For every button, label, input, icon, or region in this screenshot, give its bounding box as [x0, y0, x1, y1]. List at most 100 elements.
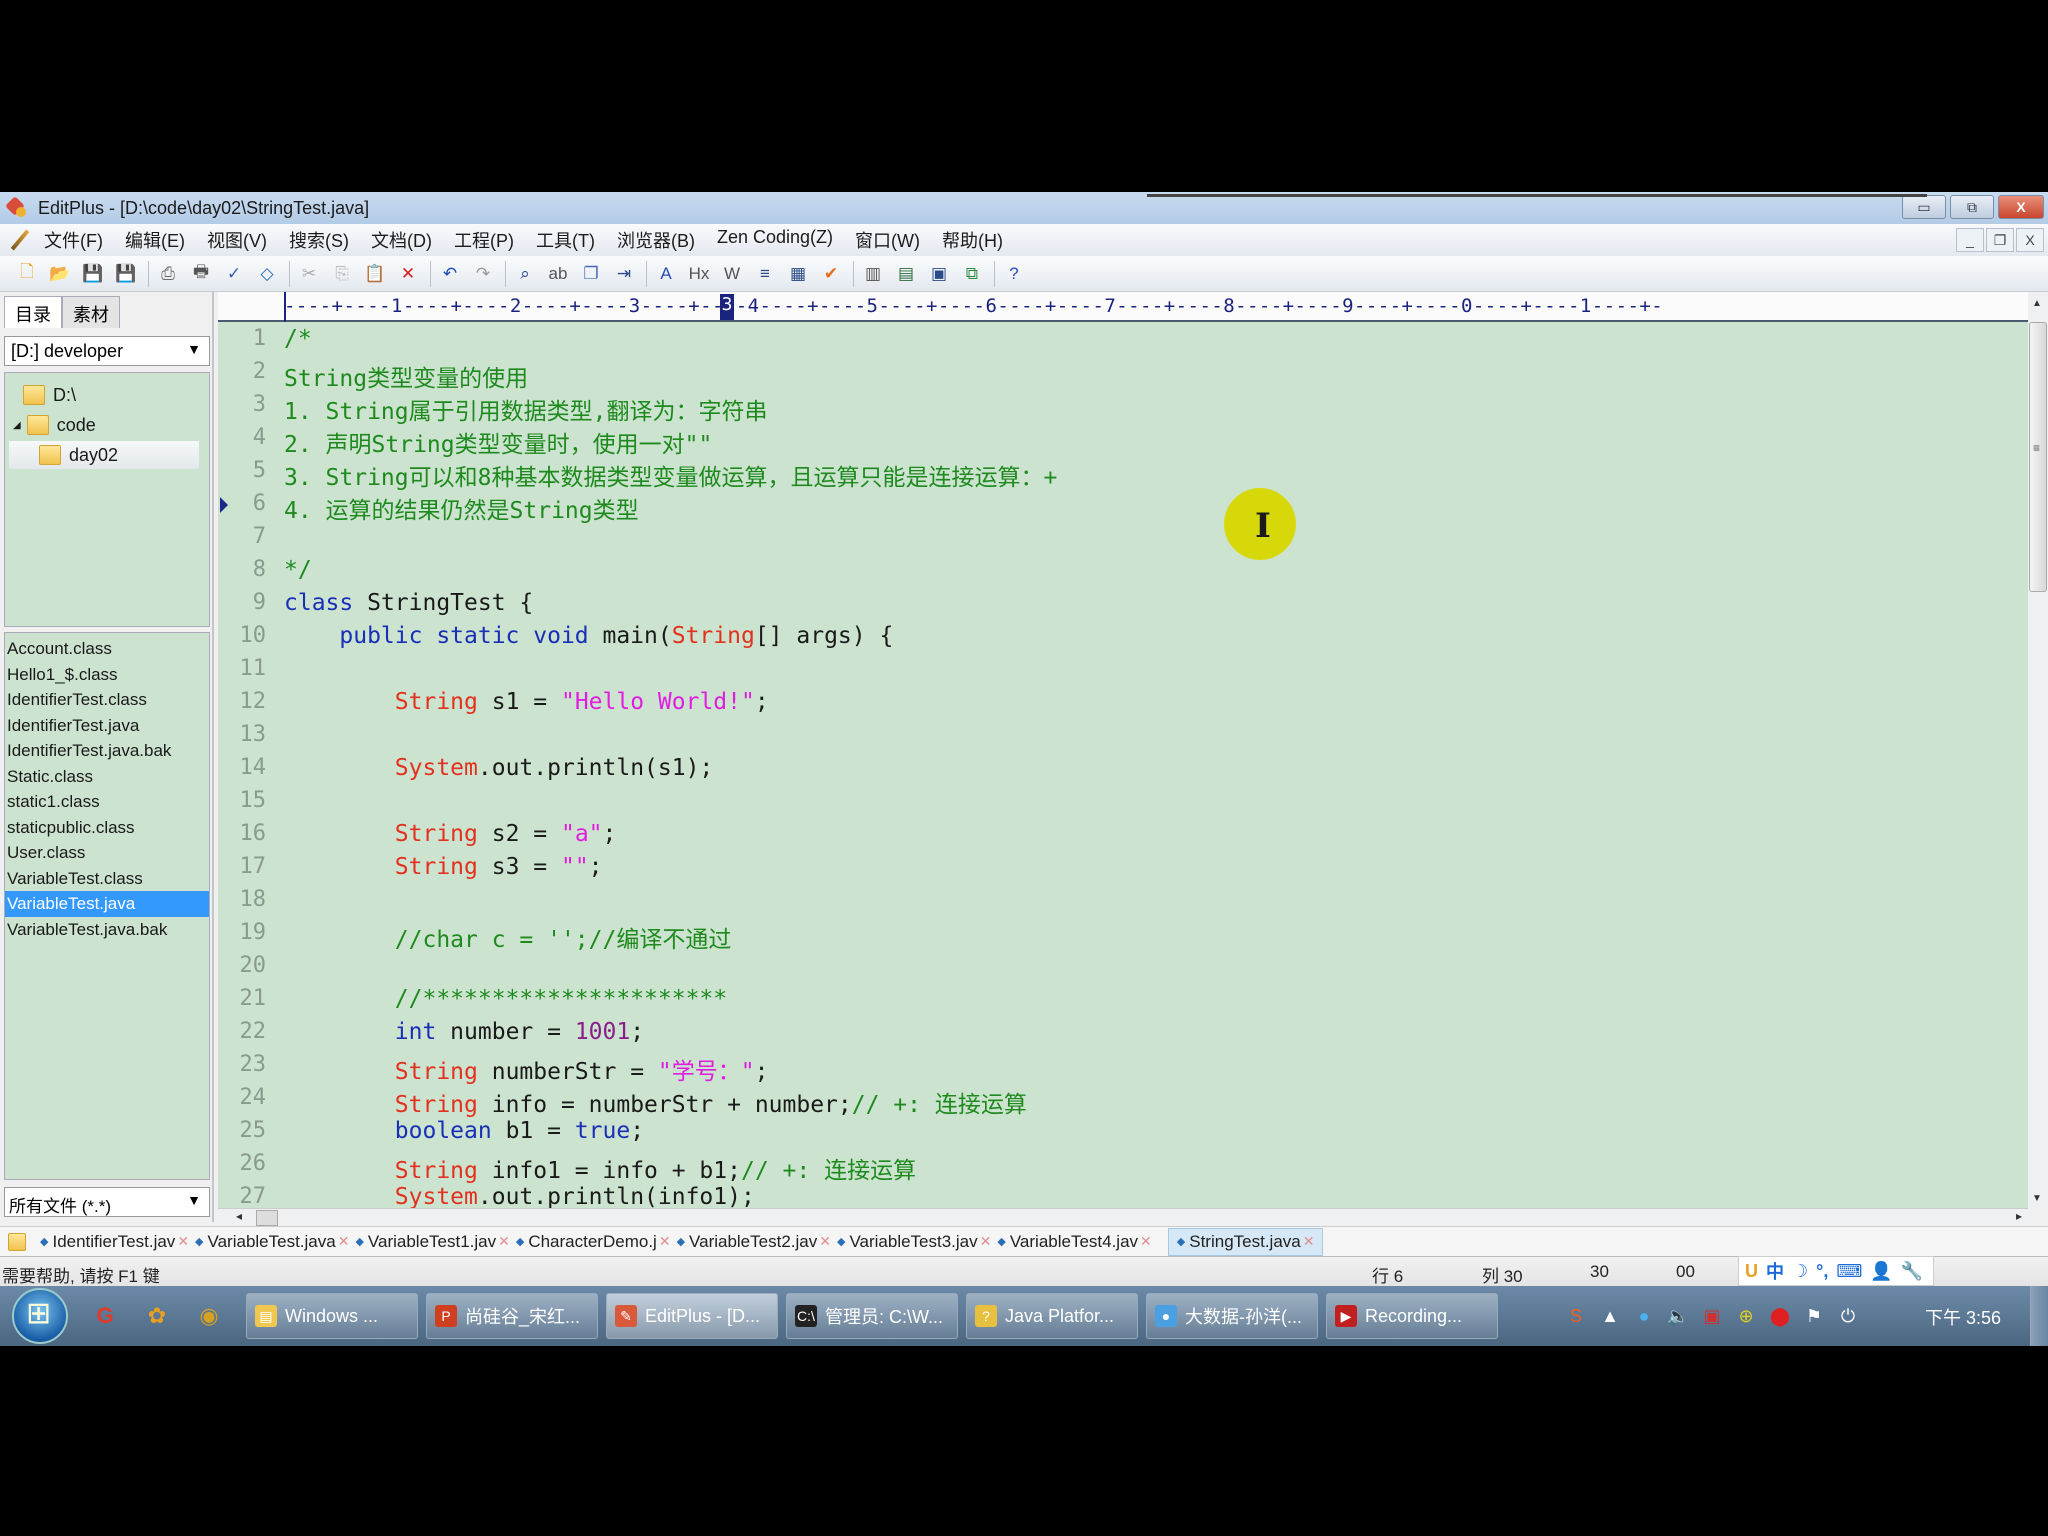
- menu-item-4[interactable]: 文档(D): [371, 227, 432, 253]
- check-button[interactable]: ✔: [818, 261, 844, 287]
- word-wrap-button[interactable]: W: [719, 261, 745, 287]
- delete-button[interactable]: ✕: [395, 261, 421, 287]
- spellcheck-button[interactable]: ✓: [221, 261, 247, 287]
- show-hidden-icon[interactable]: ▲: [1599, 1305, 1621, 1327]
- save-button[interactable]: 💾: [80, 261, 106, 287]
- record-stop-icon[interactable]: ⬤: [1769, 1305, 1791, 1327]
- tab-close-icon[interactable]: ✕: [659, 1233, 671, 1250]
- horizontal-scroll-thumb[interactable]: [256, 1210, 278, 1226]
- close-button[interactable]: X: [1998, 195, 2044, 219]
- action-center-icon[interactable]: ⚑: [1803, 1305, 1825, 1327]
- vertical-scrollbar[interactable]: ▲ ▼: [2028, 292, 2048, 1208]
- tab-close-icon[interactable]: ✕: [498, 1233, 510, 1250]
- scroll-right-icon[interactable]: ▸: [2016, 1209, 2022, 1223]
- fullscreen-button[interactable]: ⧉: [959, 261, 985, 287]
- code-editor[interactable]: ----+----1----+----2----+----3----+----4…: [218, 292, 2028, 1208]
- taskbar-button[interactable]: C:\ 管理员: C:\W...: [786, 1293, 958, 1339]
- vertical-scroll-thumb[interactable]: [2029, 322, 2047, 592]
- menu-item-1[interactable]: 编辑(E): [125, 227, 185, 253]
- file-list-item[interactable]: static1.class: [5, 789, 209, 815]
- network-icon[interactable]: ▣: [1701, 1305, 1723, 1327]
- chrome-icon[interactable]: ◉: [194, 1301, 224, 1331]
- print-preview-button[interactable]: ⎙: [155, 261, 181, 287]
- ime-halfwidth-icon[interactable]: ☽: [1792, 1261, 1808, 1282]
- undo-button[interactable]: ↶: [437, 261, 463, 287]
- doc-close-button[interactable]: X: [2016, 228, 2044, 252]
- taskbar-button[interactable]: ● 大数据-孙洋(...: [1146, 1293, 1318, 1339]
- document-tab[interactable]: ◆ VariableTest4.jav ✕: [993, 1228, 1153, 1256]
- tree-node[interactable]: D:\: [23, 381, 76, 409]
- file-list-item[interactable]: IdentifierTest.class: [5, 687, 209, 713]
- horizontal-scrollbar[interactable]: ◂ ▸: [218, 1208, 2028, 1226]
- tab-cliptext[interactable]: 素材: [62, 296, 120, 328]
- show-desktop-button[interactable]: [2030, 1286, 2048, 1346]
- sogou-ime-icon[interactable]: S: [1565, 1305, 1587, 1327]
- restore-button[interactable]: ⧉: [1950, 195, 1994, 219]
- start-button[interactable]: [12, 1288, 68, 1344]
- redo-button[interactable]: ↷: [470, 261, 496, 287]
- menu-item-10[interactable]: 帮助(H): [942, 227, 1003, 253]
- scroll-left-icon[interactable]: ◂: [236, 1209, 242, 1223]
- cut-button[interactable]: ✂: [296, 261, 322, 287]
- browser-preview-button[interactable]: ◇: [254, 261, 280, 287]
- drive-select[interactable]: [D:] developer ▼: [4, 336, 210, 366]
- quick-launch-app-2[interactable]: ✿: [142, 1301, 172, 1331]
- taskbar-button[interactable]: ? Java Platfor...: [966, 1293, 1138, 1339]
- clock[interactable]: 下午 3:56: [1925, 1304, 2001, 1330]
- doc-restore-button[interactable]: ❐: [1986, 228, 2014, 252]
- file-list-item[interactable]: staticpublic.class: [5, 815, 209, 841]
- menu-item-0[interactable]: 文件(F): [44, 227, 103, 253]
- doc-minimize-button[interactable]: _: [1956, 228, 1984, 252]
- taskbar-button[interactable]: ▤ Windows ...: [246, 1293, 418, 1339]
- scroll-down-icon[interactable]: ▼: [2032, 1193, 2042, 1204]
- minimize-button[interactable]: ▭: [1902, 195, 1946, 219]
- find-in-files-button[interactable]: ❐: [578, 261, 604, 287]
- open-button[interactable]: 📂: [47, 261, 73, 287]
- ime-punctuation-icon[interactable]: °,: [1816, 1261, 1828, 1282]
- file-list-item[interactable]: IdentifierTest.java: [5, 713, 209, 739]
- taskbar-button[interactable]: P 尚硅谷_宋红...: [426, 1293, 598, 1339]
- menu-item-3[interactable]: 搜索(S): [289, 227, 349, 253]
- hex-button[interactable]: Hx: [686, 261, 712, 287]
- help-button[interactable]: ?: [1001, 261, 1027, 287]
- file-list-item[interactable]: VariableTest.java: [5, 891, 209, 917]
- document-tab[interactable]: ◆ CharacterDemo.j ✕: [512, 1228, 673, 1256]
- paste-button[interactable]: 📋: [362, 261, 388, 287]
- menu-item-7[interactable]: 浏览器(B): [617, 227, 695, 253]
- document-tab[interactable]: ◆ VariableTest1.jav ✕: [351, 1228, 511, 1256]
- ime-chinese-mode-icon[interactable]: 中: [1766, 1258, 1784, 1284]
- menu-item-2[interactable]: 视图(V): [207, 227, 267, 253]
- ime-settings-icon[interactable]: 🔧: [1901, 1261, 1923, 1282]
- tree-node[interactable]: ◢ code: [13, 411, 96, 439]
- print-button[interactable]: 🖶: [188, 261, 214, 287]
- quick-launch-app-1[interactable]: G: [90, 1301, 120, 1331]
- tree-node[interactable]: day02: [9, 441, 199, 469]
- tab-close-icon[interactable]: ✕: [980, 1233, 992, 1250]
- font-button[interactable]: A: [653, 261, 679, 287]
- menu-item-8[interactable]: Zen Coding(Z): [717, 227, 833, 253]
- document-tab[interactable]: ◆ VariableTest2.jav ✕: [673, 1228, 833, 1256]
- ime-logo-icon[interactable]: U: [1745, 1261, 1758, 1282]
- output-window-button[interactable]: ▣: [926, 261, 952, 287]
- volume-icon[interactable]: 🔈: [1667, 1305, 1689, 1327]
- file-list-item[interactable]: Static.class: [5, 764, 209, 790]
- power-icon[interactable]: ⏻: [1837, 1305, 1859, 1327]
- menu-item-6[interactable]: 工具(T): [536, 227, 595, 253]
- document-tab[interactable]: ◆ VariableTest.java ✕: [191, 1228, 351, 1256]
- tab-close-icon[interactable]: ✕: [177, 1233, 189, 1250]
- file-list-item[interactable]: VariableTest.class: [5, 866, 209, 892]
- taskbar-button[interactable]: ✎ EditPlus - [D...: [606, 1293, 778, 1339]
- replace-button[interactable]: ab: [545, 261, 571, 287]
- tray-app-icon[interactable]: ⊕: [1735, 1305, 1757, 1327]
- scroll-up-icon[interactable]: ▲: [2032, 298, 2042, 309]
- file-list-item[interactable]: User.class: [5, 840, 209, 866]
- find-button[interactable]: ⌕: [512, 261, 538, 287]
- tab-close-icon[interactable]: ✕: [1140, 1233, 1152, 1250]
- line-numbers-button[interactable]: ≡: [752, 261, 778, 287]
- file-list-item[interactable]: Hello1_$.class: [5, 662, 209, 688]
- menu-item-5[interactable]: 工程(P): [454, 227, 514, 253]
- expand-arrow-icon[interactable]: ◢: [13, 420, 21, 431]
- tab-close-icon[interactable]: ✕: [819, 1233, 831, 1250]
- tab-close-icon[interactable]: ✕: [1303, 1233, 1315, 1250]
- messenger-tray-icon[interactable]: ●: [1633, 1305, 1655, 1327]
